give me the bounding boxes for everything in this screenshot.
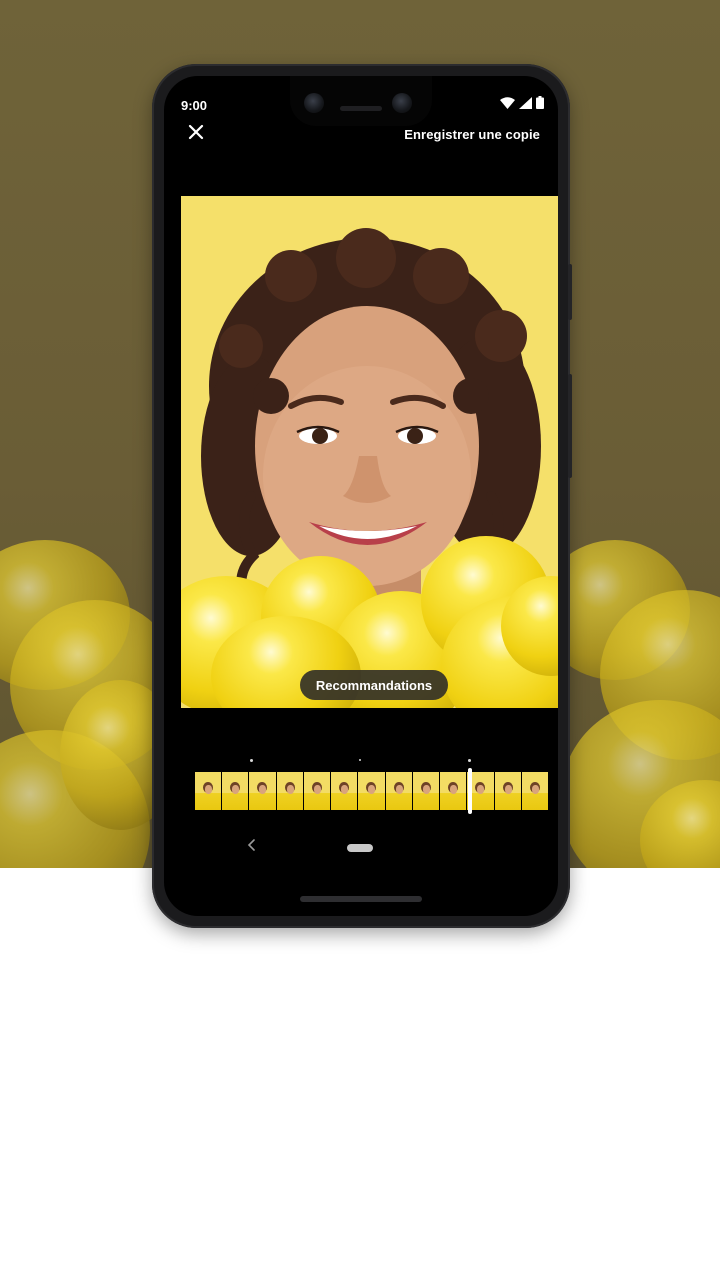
- nav-back-button[interactable]: [247, 838, 259, 854]
- frame-thumbnail[interactable]: [440, 772, 467, 810]
- nav-home-button[interactable]: [347, 844, 373, 852]
- frame-thumbnail[interactable]: [195, 772, 222, 810]
- frame-thumbnail[interactable]: [249, 772, 276, 810]
- status-time: 9:00: [181, 98, 208, 113]
- bottom-speaker-grille: [300, 896, 422, 902]
- earpiece: [340, 106, 382, 111]
- frame-thumbnail[interactable]: [222, 772, 249, 810]
- battery-icon: [536, 96, 544, 114]
- save-copy-button[interactable]: Enregistrer une copie: [404, 127, 540, 142]
- frame-thumbnail[interactable]: [385, 772, 412, 810]
- nav-back-icon: [247, 839, 257, 856]
- frame-thumbnail[interactable]: [358, 772, 385, 810]
- front-camera: [304, 93, 324, 113]
- timeline-marker: [359, 759, 361, 761]
- power-button: [568, 264, 572, 320]
- phone-frame: 9:00 Enregistrer une copie Recommandatio…: [152, 64, 572, 928]
- recommendations-chip[interactable]: Recommandations: [300, 670, 448, 700]
- photo-preview: Recommandations: [181, 196, 558, 708]
- frame-thumbnail[interactable]: [276, 772, 303, 810]
- frame-thumbnail[interactable]: [412, 772, 440, 810]
- status-icons: [500, 96, 544, 114]
- phone-screen: 9:00 Enregistrer une copie Recommandatio…: [164, 76, 558, 916]
- frame-filmstrip[interactable]: [195, 772, 549, 810]
- front-camera-2: [392, 93, 412, 113]
- wifi-icon: [500, 96, 515, 114]
- display-notch: [290, 76, 432, 126]
- close-icon: [188, 124, 204, 145]
- timeline-marker: [250, 759, 253, 762]
- frame-thumbnail[interactable]: [331, 772, 358, 810]
- page-bottom-area: [0, 868, 720, 1280]
- timeline-marker: [468, 759, 471, 762]
- volume-button: [568, 374, 572, 478]
- frame-scrubber-handle[interactable]: [468, 768, 472, 814]
- frame-thumbnail[interactable]: [521, 772, 549, 810]
- close-button[interactable]: [184, 122, 208, 146]
- frame-thumbnail[interactable]: [494, 772, 521, 810]
- frame-thumbnail[interactable]: [303, 772, 331, 810]
- cell-signal-icon: [519, 96, 532, 114]
